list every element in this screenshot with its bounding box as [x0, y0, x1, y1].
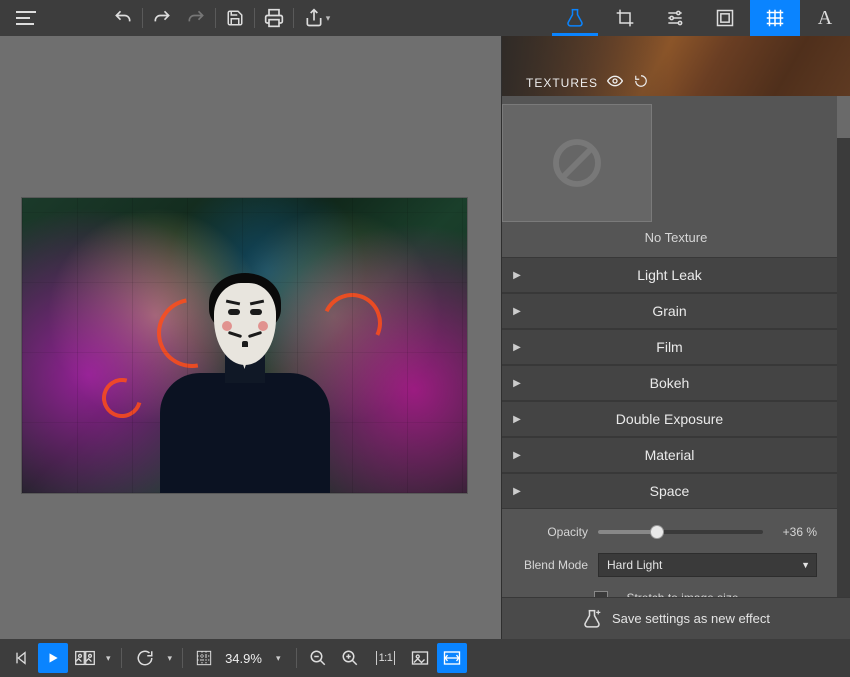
- opacity-slider[interactable]: [598, 530, 763, 534]
- stretch-checkbox[interactable]: [594, 591, 608, 597]
- chevron-right-icon: ▶: [502, 450, 532, 461]
- zoom-out-button[interactable]: [303, 643, 333, 673]
- tab-frame[interactable]: [700, 0, 750, 36]
- separator: [293, 8, 294, 28]
- compare-button[interactable]: [70, 643, 100, 673]
- tab-adjust[interactable]: [650, 0, 700, 36]
- mode-tabs: A: [550, 0, 850, 36]
- category-film[interactable]: ▶Film: [502, 329, 837, 365]
- category-space[interactable]: ▶Space: [502, 473, 837, 509]
- fit-width-button[interactable]: [437, 643, 467, 673]
- scrollbar-track[interactable]: [837, 96, 850, 597]
- category-double-exposure[interactable]: ▶Double Exposure: [502, 401, 837, 437]
- menu-button[interactable]: [6, 0, 46, 36]
- blend-mode-label: Blend Mode: [516, 558, 588, 572]
- zoom-dropdown[interactable]: ▾: [266, 653, 291, 664]
- panel-title: TEXTURES: [526, 76, 598, 90]
- category-label: Double Exposure: [532, 411, 837, 427]
- tab-texture[interactable]: [750, 0, 800, 36]
- panel-header: TEXTURES: [502, 36, 850, 96]
- category-grain[interactable]: ▶Grain: [502, 293, 837, 329]
- redo-forward-button[interactable]: [179, 0, 213, 36]
- tab-text[interactable]: A: [800, 0, 850, 36]
- category-label: Space: [532, 483, 837, 499]
- panel-body: No Texture ▶Light Leak▶Grain▶Film▶Bokeh▶…: [502, 96, 850, 597]
- play-button[interactable]: [38, 643, 68, 673]
- zoom-value: 34.9%: [221, 651, 264, 666]
- chevron-right-icon: ▶: [502, 342, 532, 353]
- chevron-right-icon: ▶: [502, 306, 532, 317]
- bottom-toolbar: ▾ ▾ 34.9% ▾ 1:1: [0, 639, 850, 677]
- fit-screen-button[interactable]: [405, 643, 435, 673]
- top-toolbar: ▾ A: [0, 0, 850, 36]
- category-label: Grain: [532, 303, 837, 319]
- chevron-right-icon: ▶: [502, 414, 532, 425]
- chevron-right-icon: ▶: [502, 378, 532, 389]
- category-label: Material: [532, 447, 837, 463]
- zoom-in-button[interactable]: [335, 643, 365, 673]
- canvas-image: [22, 198, 467, 493]
- canvas-area[interactable]: [0, 36, 501, 639]
- rotate-button[interactable]: [128, 643, 162, 673]
- reset-icon[interactable]: [632, 72, 650, 90]
- save-effect-button[interactable]: Save settings as new effect: [502, 597, 850, 639]
- compare-dropdown[interactable]: ▾: [102, 653, 115, 664]
- category-light-leak[interactable]: ▶Light Leak: [502, 257, 837, 293]
- side-panel: TEXTURES No Texture ▶Light Leak▶Grain▶Fi…: [501, 36, 850, 639]
- blend-mode-dropdown[interactable]: Hard Light ▼: [598, 553, 817, 577]
- separator: [296, 648, 297, 668]
- opacity-label: Opacity: [516, 525, 588, 539]
- category-label: Light Leak: [532, 267, 837, 283]
- separator: [182, 648, 183, 668]
- separator: [142, 8, 143, 28]
- chevron-down-icon: ▼: [801, 560, 810, 570]
- visibility-icon[interactable]: [606, 72, 624, 90]
- undo-button[interactable]: [106, 0, 140, 36]
- save-effect-label: Save settings as new effect: [612, 611, 770, 626]
- chevron-right-icon: ▶: [502, 270, 532, 281]
- category-material[interactable]: ▶Material: [502, 437, 837, 473]
- scrollbar-thumb[interactable]: [837, 96, 850, 138]
- first-image-button[interactable]: [6, 643, 36, 673]
- category-label: Film: [532, 339, 837, 355]
- texture-thumbnail[interactable]: [502, 104, 652, 222]
- texture-thumb-label: No Texture: [502, 230, 850, 245]
- print-button[interactable]: [257, 0, 291, 36]
- stretch-label: Stretch to image size: [626, 591, 738, 597]
- category-bokeh[interactable]: ▶Bokeh: [502, 365, 837, 401]
- blend-mode-value: Hard Light: [607, 558, 662, 572]
- zoom-100-button[interactable]: 1:1: [367, 643, 403, 673]
- chevron-right-icon: ▶: [502, 486, 532, 497]
- grid-button[interactable]: [189, 643, 219, 673]
- separator: [121, 648, 122, 668]
- tab-crop[interactable]: [600, 0, 650, 36]
- share-button[interactable]: ▾: [296, 0, 338, 36]
- category-label: Bokeh: [532, 375, 837, 391]
- separator: [215, 8, 216, 28]
- opacity-value: +36 %: [773, 525, 817, 539]
- rotate-dropdown[interactable]: ▾: [164, 653, 177, 664]
- separator: [254, 8, 255, 28]
- save-button[interactable]: [218, 0, 252, 36]
- tab-lab[interactable]: [550, 0, 600, 36]
- redo-button[interactable]: [145, 0, 179, 36]
